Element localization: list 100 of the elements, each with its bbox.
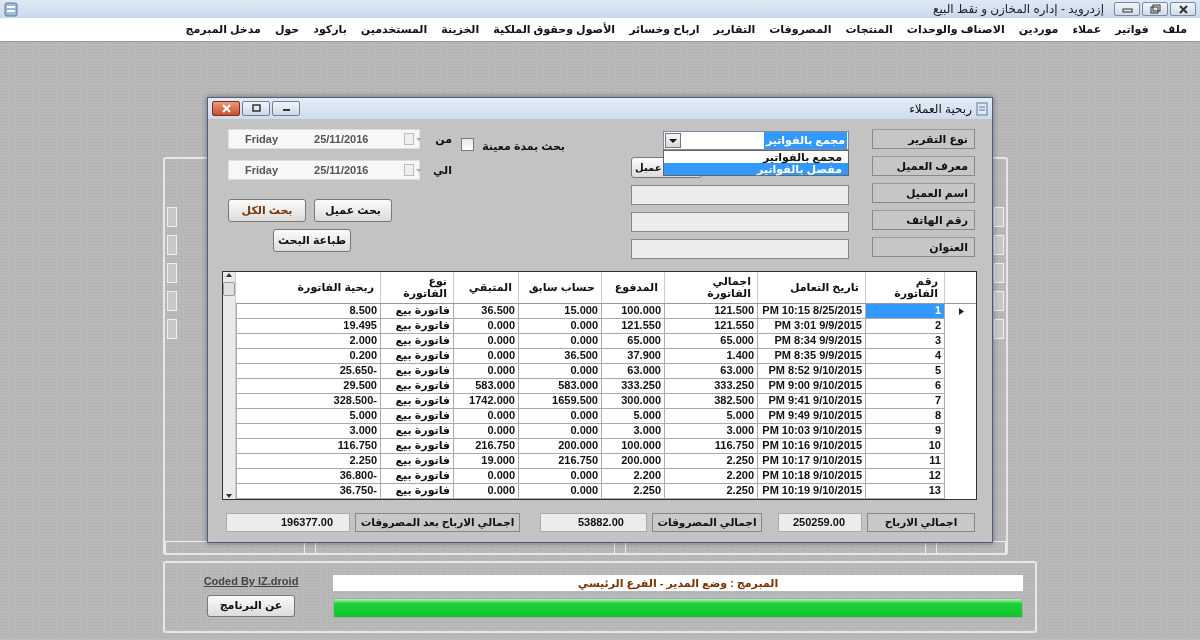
table-cell: 9/10/2015 8:52 PM [757, 363, 866, 379]
table-cell: 5 [865, 363, 945, 379]
date-picker[interactable]: Friday 25/11/2016 [228, 160, 420, 180]
table-cell: 7 [865, 393, 945, 409]
menu-item[interactable]: فواتير [1108, 21, 1156, 38]
table-cell: 5.000 [601, 408, 665, 424]
table-cell: 3 [865, 333, 945, 349]
table-cell: -36.800 [236, 468, 381, 484]
table-cell: 37.900 [601, 348, 665, 364]
credit-link[interactable]: Coded By IZ.droid [203, 573, 299, 590]
table-cell: 63.000 [601, 363, 665, 379]
column-header: تاريخ التعامل [757, 272, 866, 304]
table-cell: 29.500 [236, 378, 381, 394]
table-cell: 216.750 [518, 453, 602, 469]
menu-item[interactable]: باركود [306, 21, 354, 38]
menu-item[interactable]: المصروفات [762, 21, 839, 38]
table-cell: 13 [865, 483, 945, 499]
table-cell: 1.400 [664, 348, 758, 364]
table-cell: فاتورة بيع [380, 393, 454, 409]
table-cell: 8/25/2015 10:15 PM [757, 303, 866, 319]
table-cell: 0.000 [453, 423, 519, 439]
table-cell: 121.550 [601, 318, 665, 334]
table-cell: 0.000 [453, 483, 519, 499]
table-cell: 9/10/2015 10:16 PM [757, 438, 866, 454]
menu-item[interactable]: ملف [1155, 21, 1194, 38]
menu-item[interactable]: المستخدمين [353, 21, 435, 38]
table-cell: فاتورة بيع [380, 468, 454, 484]
table-cell: 11 [865, 453, 945, 469]
table-cell: 583.000 [453, 378, 519, 394]
table-cell: 0.000 [518, 483, 602, 499]
table-cell: فاتورة بيع [380, 408, 454, 424]
table-cell: 5.000 [664, 408, 758, 424]
table-cell: 100.000 [601, 303, 665, 319]
search-button[interactable]: بحث الكل [228, 199, 306, 222]
table-cell: 0.200 [236, 348, 381, 364]
about-button[interactable]: عن البرنامج [207, 594, 295, 617]
table-cell: 36.500 [453, 303, 519, 319]
table-cell: 3.000 [664, 423, 758, 439]
table-cell: 0.000 [453, 468, 519, 484]
menu-item[interactable]: عملاء [1065, 21, 1109, 38]
menu-item[interactable]: مدخل المبرمج [178, 21, 268, 38]
date-picker[interactable]: Friday 25/11/2016 [228, 129, 420, 149]
menu-item[interactable]: ارباح وخسائر [622, 21, 707, 38]
checkbox-label: بحث بمدة معينة [482, 139, 565, 154]
table-cell: فاتورة بيع [380, 303, 454, 319]
window-title: إزدرويد - إداره المخازن و نقط البيع [933, 1, 1104, 18]
table-cell: 9/9/2015 3:01 PM [757, 318, 866, 334]
table-cell: 5.000 [236, 408, 381, 424]
print-button[interactable]: طباعة البحث [273, 229, 351, 252]
table-cell: فاتورة بيع [380, 348, 454, 364]
menu-item[interactable]: موردين [1011, 21, 1066, 38]
table-cell: 9/10/2015 10:03 PM [757, 423, 866, 439]
total-label: اجمالي الارباح بعد المصروفات [355, 513, 520, 532]
table-cell: 100.000 [601, 438, 665, 454]
field-label: رقم الهاتف [872, 210, 975, 230]
table-cell: 9/9/2015 8:35 PM [757, 348, 866, 364]
table-cell: 9/9/2015 8:34 PM [757, 333, 866, 349]
date-label: من [434, 131, 453, 148]
table-cell: 0.000 [453, 363, 519, 379]
table-cell: فاتورة بيع [380, 378, 454, 394]
table-cell: 0.000 [518, 318, 602, 334]
menu-item[interactable]: الخزينة [434, 21, 487, 38]
table-cell: 9/10/2015 10:19 PM [757, 483, 866, 499]
table-cell: 3.000 [601, 423, 665, 439]
table-cell: 0.000 [518, 363, 602, 379]
total-label: اجمالي المصروفات [652, 513, 762, 532]
table-cell: 200.000 [601, 453, 665, 469]
menu-item[interactable]: الاصناف والوحدات [899, 21, 1012, 38]
table-cell: فاتورة بيع [380, 363, 454, 379]
table-cell: 10 [865, 438, 945, 454]
table-cell: 9/10/2015 10:17 PM [757, 453, 866, 469]
column-header: المتبقي [453, 272, 519, 304]
column-header: المدفوع [601, 272, 665, 304]
table-cell: 0.000 [453, 318, 519, 334]
table-cell: -25.650 [236, 363, 381, 379]
table-cell: 121.550 [664, 318, 758, 334]
menu-item[interactable]: حول [267, 21, 307, 38]
menu-item[interactable]: التقارير [706, 21, 763, 38]
table-cell: 0.000 [518, 408, 602, 424]
search-button[interactable]: بحث عميل [314, 199, 392, 222]
table-cell: 116.750 [236, 438, 381, 454]
table-cell: 0.000 [518, 333, 602, 349]
menu-item[interactable]: الأصول وحقوق الملكية [486, 21, 623, 38]
table-cell: 8 [865, 408, 945, 424]
table-cell: 2.250 [664, 453, 758, 469]
table-cell: 4 [865, 348, 945, 364]
table-cell: 8.500 [236, 303, 381, 319]
table-cell: -328.500 [236, 393, 381, 409]
table-cell: 65.000 [601, 333, 665, 349]
table-cell: 0.000 [453, 348, 519, 364]
table-cell: 1742.000 [453, 393, 519, 409]
column-header: نوع الفاتورة [380, 272, 454, 304]
column-header: رقم الفاتورة [865, 272, 945, 304]
table-cell: 2 [865, 318, 945, 334]
table-cell: 0.000 [453, 408, 519, 424]
dropdown-option[interactable]: مجمع بالفواتير [664, 151, 848, 163]
table-cell: 63.000 [664, 363, 758, 379]
dialog-title: ربحية العملاء [909, 100, 972, 118]
menu-item[interactable]: المنتجات [838, 21, 900, 38]
table-cell: 216.750 [453, 438, 519, 454]
